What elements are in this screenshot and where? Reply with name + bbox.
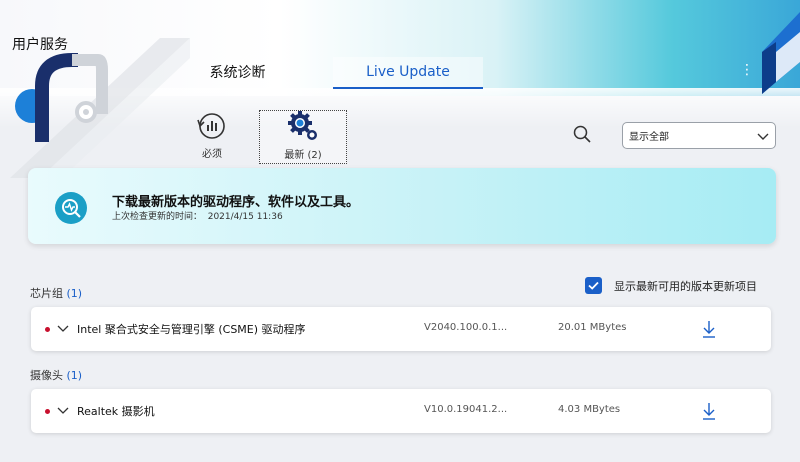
checkbox-checked-icon[interactable] xyxy=(585,277,602,294)
latest-gear-icon xyxy=(288,111,317,140)
banner-title: 下载最新版本的驱动程序、软件以及工具。 xyxy=(112,195,360,210)
driver-name: Intel 聚合式安全与管理引擎 (CSME) 驱动程序 xyxy=(77,323,306,336)
driver-version: V2040.100.0.1... xyxy=(424,322,508,333)
filter-required-button[interactable]: 必须 xyxy=(168,110,256,164)
expand-chevron-icon[interactable] xyxy=(57,322,69,334)
show-latest-checkbox[interactable]: 显示最新可用的版本更新项目 xyxy=(585,277,757,294)
tab-live-update[interactable]: Live Update xyxy=(333,57,483,87)
section-count: (1) xyxy=(66,287,83,300)
driver-size: 20.01 MBytes xyxy=(558,322,627,333)
required-icon xyxy=(197,113,225,139)
download-icon[interactable] xyxy=(701,319,717,339)
display-filter-dropdown[interactable]: 显示全部 xyxy=(622,122,776,149)
tab-system-diagnosis[interactable]: 系统诊断 xyxy=(185,57,290,87)
status-dot xyxy=(45,327,50,332)
chevron-down-icon xyxy=(757,133,769,140)
section-title-chipset: 芯片组 (1) xyxy=(30,287,83,300)
update-banner: 下载最新版本的驱动程序、软件以及工具。 上次检查更新的时间： 2021/4/15… xyxy=(28,168,776,244)
section-title-camera: 摄像头 (1) xyxy=(30,369,83,382)
corner-decoration xyxy=(762,12,800,94)
filter-required-label: 必须 xyxy=(202,149,222,160)
active-tab-indicator xyxy=(333,87,483,89)
filter-latest-button[interactable]: 最新 (2) xyxy=(259,110,347,164)
search-icon[interactable] xyxy=(572,124,592,144)
list-item[interactable]: Intel 聚合式安全与管理引擎 (CSME) 驱动程序 V2040.100.0… xyxy=(31,307,771,351)
download-icon[interactable] xyxy=(701,401,717,421)
more-icon[interactable]: ⋮ xyxy=(740,61,754,79)
driver-name: Realtek 摄影机 xyxy=(77,405,155,418)
status-dot xyxy=(45,409,50,414)
filter-latest-label: 最新 (2) xyxy=(284,150,322,161)
app-logo-icon xyxy=(10,38,190,178)
update-scan-icon xyxy=(55,192,87,224)
last-checked-text: 上次检查更新的时间： 2021/4/15 11:36 xyxy=(112,212,283,222)
expand-chevron-icon[interactable] xyxy=(57,404,69,416)
driver-version: V10.0.19041.2... xyxy=(424,404,508,415)
list-item[interactable]: Realtek 摄影机 V10.0.19041.2... 4.03 MBytes xyxy=(31,389,771,433)
section-count: (1) xyxy=(66,369,83,382)
app-title: 用户服务 xyxy=(12,37,68,53)
driver-size: 4.03 MBytes xyxy=(558,404,621,415)
show-latest-label: 显示最新可用的版本更新项目 xyxy=(614,279,757,293)
dropdown-selected-value: 显示全部 xyxy=(629,132,669,143)
